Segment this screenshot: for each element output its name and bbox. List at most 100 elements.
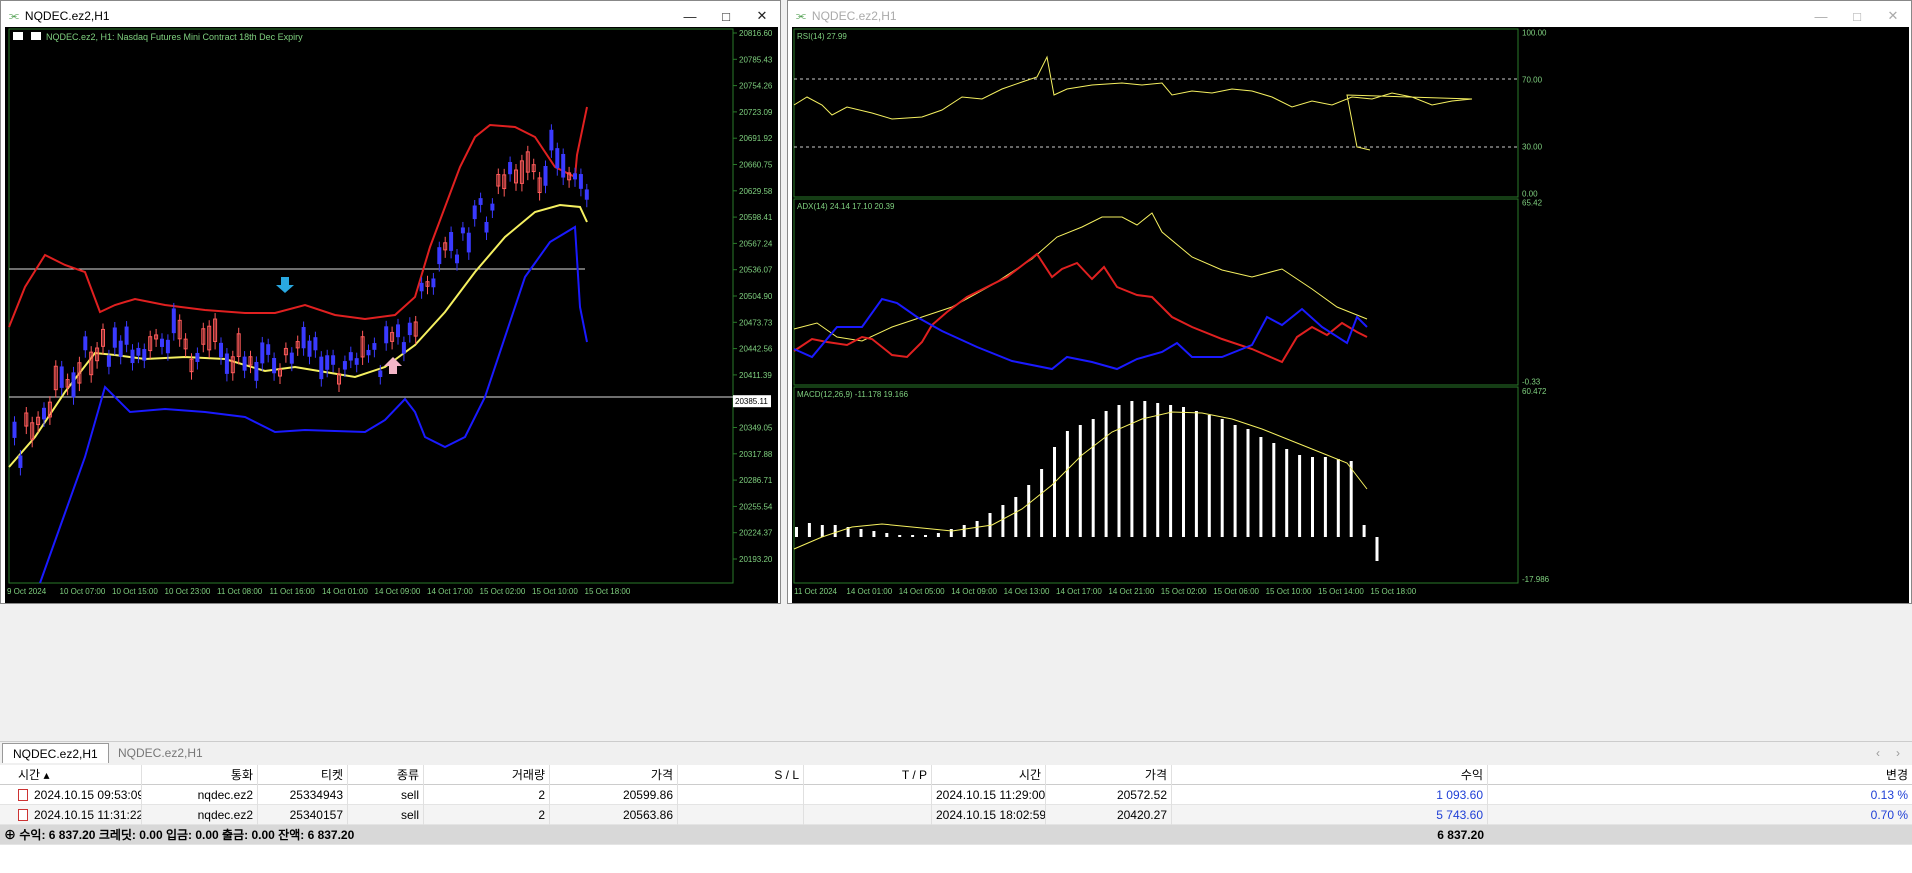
indicator-canvas[interactable]: RSI(14) 27.99 100.00 70.00 30.00 0.00 ADX(14… — [792, 27, 1909, 603]
candlestick — [89, 346, 94, 383]
col-header-symbol[interactable]: 통화 — [142, 765, 258, 785]
row-change: 0.70 % — [1870, 808, 1908, 822]
tab-scroll-right-icon[interactable]: › — [1896, 746, 1900, 760]
candlestick — [236, 327, 241, 365]
time-label: 15 Oct 18:00 — [1370, 587, 1416, 596]
candlestick — [12, 416, 17, 446]
macd-histogram-bar — [1040, 469, 1044, 537]
price-label: 20816.60 — [739, 29, 773, 38]
candlestick — [390, 326, 395, 350]
indicator-level-label: 60.472 — [1522, 387, 1547, 396]
deal-icon — [18, 809, 28, 821]
candlestick — [313, 331, 318, 358]
rsi-line — [793, 55, 1473, 151]
macd-histogram-bar — [1117, 405, 1121, 537]
candlestick — [460, 221, 465, 241]
candlestick — [384, 320, 389, 351]
current-price-label: 20385.11 — [735, 397, 768, 406]
col-header-tp[interactable]: T / P — [804, 765, 932, 785]
candlestick — [543, 160, 548, 194]
adx-main-line — [793, 212, 1368, 342]
tab-scroll-left-icon[interactable]: ‹ — [1876, 746, 1880, 760]
candlestick — [177, 314, 182, 347]
expand-icon[interactable]: ⊕ — [4, 828, 16, 842]
col-header-volume[interactable]: 거래량 — [424, 765, 550, 785]
time-label: 15 Oct 06:00 — [1213, 587, 1259, 596]
summary-text: 수익: 6 837.20 크레딧: 0.00 입금: 0.00 출금: 0.00… — [19, 828, 355, 842]
adx-pane[interactable]: ADX(14) 24.14 17.10 20.39 65.42 -0.33 — [793, 198, 1543, 387]
col-header-price[interactable]: 가격 — [550, 765, 678, 785]
candlestick — [584, 183, 589, 208]
row-volume: 2 — [424, 785, 550, 805]
indicator-label: MACD(12,26,9) -11.178 19.166 — [797, 390, 909, 399]
indicator-chart[interactable]: RSI(14) 27.99 100.00 70.00 30.00 0.00 ADX(14… — [792, 27, 1909, 603]
chart-type-icon[interactable] — [31, 32, 41, 40]
close-button[interactable]: ✕ — [744, 2, 780, 30]
col-header-profit[interactable]: 수익 — [1172, 765, 1488, 785]
candlestick — [431, 272, 436, 295]
price-label: 20193.20 — [739, 555, 773, 564]
col-header-sl[interactable]: S / L — [678, 765, 804, 785]
macd-histogram-bar — [820, 525, 824, 537]
col-header-time[interactable]: 시간 ▴ — [14, 765, 142, 785]
row-time: 2024.10.15 09:53:09 — [34, 788, 142, 802]
macd-histogram-bar — [1194, 411, 1198, 537]
macd-histogram-bar — [1156, 403, 1160, 537]
row-symbol: nqdec.ez2 — [142, 785, 258, 805]
sell-signal-arrow-icon — [276, 277, 294, 293]
candlestick — [425, 275, 430, 295]
col-header-ticket[interactable]: 티켓 — [258, 765, 348, 785]
summary-profit: 6 837.20 — [1437, 828, 1484, 842]
lower-band-line — [39, 225, 588, 584]
col-header-type[interactable]: 종류 — [348, 765, 424, 785]
maximize-button[interactable]: □ — [708, 2, 744, 30]
macd-histogram-bar — [1336, 459, 1340, 537]
chart-tab-bar: NQDEC.ez2,H1 NQDEC.ez2,H1 ‹ › — [0, 741, 1912, 763]
price-chart-window[interactable]: ⫘ NQDEC.ez2,H1 — □ ✕ NQDEC.ez2, H1: Nasd… — [0, 0, 781, 604]
candlestick — [101, 323, 105, 355]
col-header-change[interactable]: 변경 — [1488, 765, 1912, 785]
close-button[interactable]: ✕ — [1875, 2, 1911, 30]
time-label: 11 Oct 16:00 — [270, 587, 316, 596]
indicator-window[interactable]: ⫘ NQDEC.ez2,H1 — □ ✕ RSI(14) 27.99 100.00… — [787, 0, 1912, 604]
minimize-button[interactable]: — — [1803, 2, 1839, 30]
chart-grid-icon[interactable] — [13, 32, 23, 40]
row-close-time: 2024.10.15 11:29:00 — [932, 785, 1046, 805]
time-label: 9 Oct 2024 — [7, 587, 47, 596]
price-label: 20349.05 — [739, 424, 773, 433]
candlestick — [319, 351, 324, 387]
time-label: 14 Oct 09:00 — [951, 587, 997, 596]
candlestick — [295, 335, 300, 356]
price-chart-canvas[interactable]: NQDEC.ez2, H1: Nasdaq Futures Mini Contr… — [5, 27, 778, 603]
minimize-button[interactable]: — — [672, 2, 708, 30]
maximize-button[interactable]: □ — [1839, 2, 1875, 30]
candlestick — [466, 227, 471, 260]
col-header-close-time[interactable]: 시간 — [932, 765, 1046, 785]
table-row[interactable]: 2024.10.15 11:31:22 nqdec.ez2 25340157 s… — [0, 805, 1912, 825]
tab-chart-2[interactable]: NQDEC.ez2,H1 — [108, 743, 213, 763]
macd-histogram-bar — [1078, 425, 1082, 537]
candlestick — [537, 171, 542, 201]
rsi-pane[interactable]: RSI(14) 27.99 100.00 70.00 30.00 0.00 — [793, 28, 1547, 199]
row-tp — [804, 805, 932, 825]
window-title: NQDEC.ez2,H1 — [24, 9, 110, 23]
table-row[interactable]: 2024.10.15 09:53:09 nqdec.ez2 25334943 s… — [0, 785, 1912, 805]
candlestick — [443, 236, 448, 258]
candlestick — [561, 148, 566, 186]
row-profit: 5 743.60 — [1172, 805, 1488, 825]
col-header-close-price[interactable]: 가격 — [1046, 765, 1172, 785]
row-close-time: 2024.10.15 18:02:59 — [932, 805, 1046, 825]
macd-histogram-bar — [833, 525, 837, 537]
price-label: 20411.39 — [739, 371, 772, 380]
row-ticket: 25340157 — [258, 805, 348, 825]
indicator-level-label: -17.986 — [1522, 575, 1550, 584]
macd-pane[interactable]: MACD(12,26,9) -11.178 19.166 60.472 -17.98… — [793, 386, 1550, 584]
price-chart[interactable]: NQDEC.ez2, H1: Nasdaq Futures Mini Contr… — [5, 27, 778, 603]
candlestick — [519, 154, 524, 192]
price-label: 20567.24 — [739, 239, 773, 248]
candlestick — [366, 344, 371, 363]
candlestick — [71, 366, 76, 405]
candlestick — [260, 336, 265, 371]
macd-histogram-bar — [872, 531, 876, 537]
tab-chart-1[interactable]: NQDEC.ez2,H1 — [2, 743, 109, 763]
